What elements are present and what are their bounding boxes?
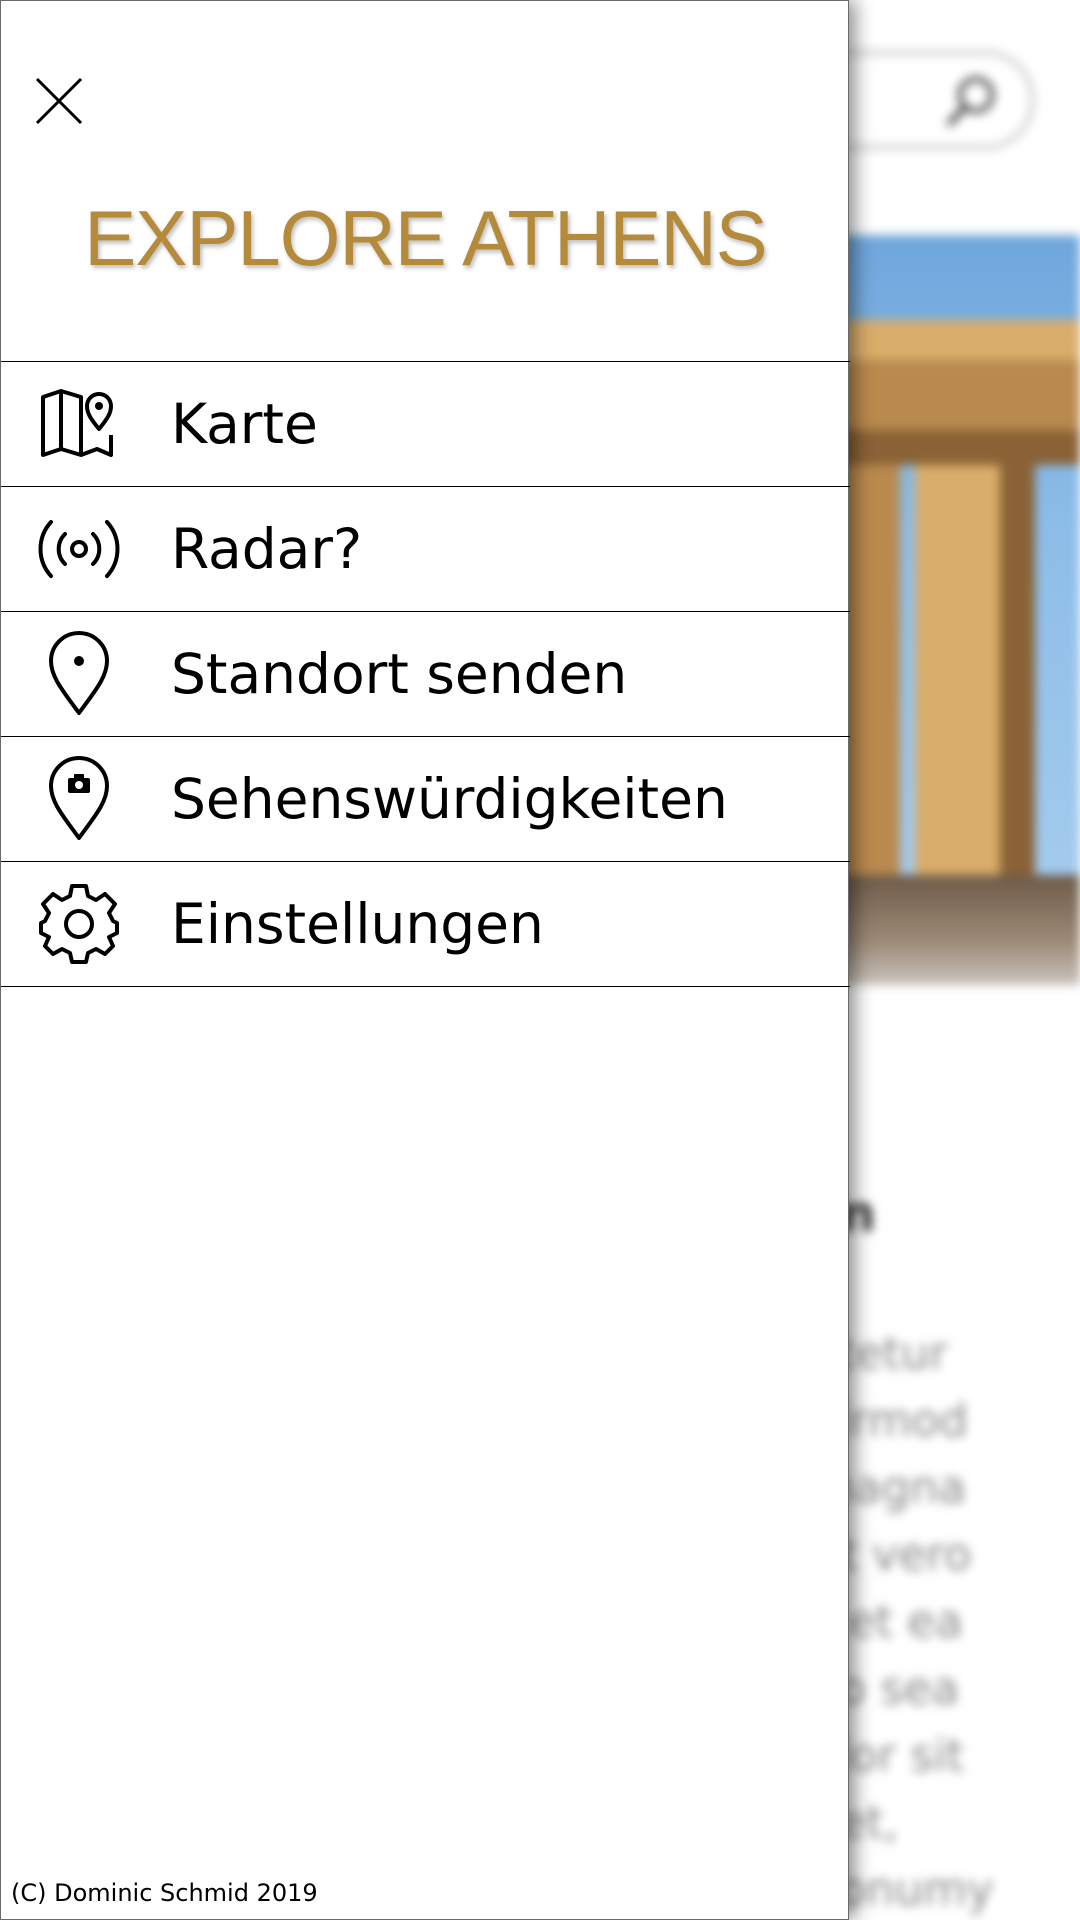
background-paragraph: etetur eirmod magna At vero s et ea no s… — [810, 1320, 1080, 1920]
menu-item-standort-senden[interactable]: Standort senden — [1, 612, 850, 737]
radar-icon — [38, 520, 120, 578]
background-text-line: etetur — [810, 1327, 948, 1380]
menu-item-sehenswuerdigkeiten[interactable]: Sehenswürdigkeiten — [1, 737, 850, 862]
background-text-line: eirmod — [810, 1394, 968, 1447]
background-text-line: s et ea — [810, 1595, 963, 1648]
background-text-line: net, — [810, 1796, 899, 1849]
menu-item-karte[interactable]: Karte — [1, 362, 850, 487]
copyright-footer: (C) Dominic Schmid 2019 — [11, 1879, 318, 1907]
menu-item-label: Karte — [171, 392, 318, 456]
map-pin-icon — [41, 389, 113, 457]
background-text-line: magna — [810, 1461, 967, 1514]
camera-pin-icon — [49, 756, 109, 840]
background-text-line: olor sit — [810, 1729, 964, 1782]
search-icon — [947, 76, 995, 126]
background-text-line: no sea — [810, 1662, 960, 1715]
app-screen: n etetur eirmod magna At vero s et ea no… — [0, 0, 1080, 1920]
gear-icon — [39, 884, 119, 964]
menu-item-label: Einstellungen — [171, 892, 544, 956]
navigation-drawer: EXPLORE ATHENS Karte Radar? Standort sen… — [0, 0, 850, 1920]
menu-item-label: Standort senden — [171, 642, 628, 706]
background-text-line: nonumy — [810, 1863, 994, 1916]
menu-item-radar[interactable]: Radar? — [1, 487, 850, 612]
drawer-menu: Karte Radar? Standort senden Sehenswürdi… — [1, 361, 850, 987]
close-button[interactable] — [27, 69, 91, 133]
location-pin-icon — [49, 631, 109, 715]
menu-item-einstellungen[interactable]: Einstellungen — [1, 862, 850, 987]
background-text-line: At vero — [810, 1528, 972, 1581]
menu-item-label: Sehenswürdigkeiten — [171, 767, 728, 831]
close-icon — [35, 77, 83, 125]
app-title: EXPLORE ATHENS — [84, 194, 767, 282]
menu-item-label: Radar? — [171, 517, 363, 581]
